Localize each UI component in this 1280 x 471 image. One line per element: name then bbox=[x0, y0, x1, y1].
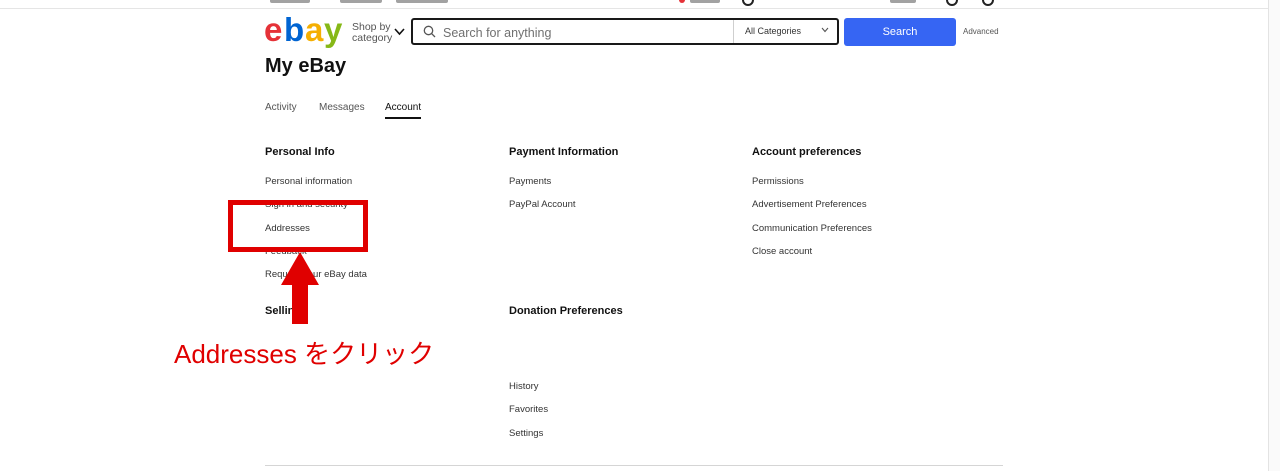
donation-preferences-heading: Donation Preferences bbox=[509, 305, 623, 317]
top-utility-strip bbox=[0, 0, 1280, 9]
search-input[interactable] bbox=[441, 23, 735, 43]
donation-history-link[interactable]: History bbox=[509, 381, 539, 392]
personal-info-heading: Personal Info bbox=[265, 146, 335, 158]
payment-information-heading: Payment Information bbox=[509, 146, 619, 158]
close-account-link[interactable]: Close account bbox=[752, 246, 812, 257]
communication-preferences-link[interactable]: Communication Preferences bbox=[752, 223, 872, 234]
top-link-fragment bbox=[340, 0, 382, 3]
page-title: My eBay bbox=[265, 55, 347, 77]
up-arrow-icon bbox=[281, 252, 319, 324]
paypal-account-link[interactable]: PayPal Account bbox=[509, 199, 576, 210]
logo-letter-e: e bbox=[264, 14, 282, 48]
personal-information-link[interactable]: Personal information bbox=[265, 176, 352, 187]
chevron-down-icon bbox=[394, 28, 405, 36]
account-preferences-heading: Account preferences bbox=[752, 146, 862, 158]
search-button[interactable]: Search bbox=[844, 18, 956, 46]
top-link-fragment bbox=[890, 0, 916, 3]
ebay-logo[interactable]: e b a y bbox=[264, 14, 346, 48]
tab-activity[interactable]: Activity bbox=[265, 102, 297, 113]
divider bbox=[265, 465, 1003, 466]
category-select[interactable]: All Categories bbox=[733, 20, 837, 43]
search-bar: All Categories bbox=[411, 18, 839, 45]
tab-messages[interactable]: Messages bbox=[319, 102, 365, 113]
logo-letter-a: a bbox=[305, 14, 324, 48]
bell-icon[interactable] bbox=[946, 0, 958, 6]
favorites-link[interactable]: Favorites bbox=[509, 404, 548, 415]
shop-by-category-button[interactable]: Shop by category bbox=[352, 22, 412, 44]
permissions-link[interactable]: Permissions bbox=[752, 176, 804, 187]
chevron-down-icon bbox=[821, 27, 829, 33]
advertisement-preferences-link[interactable]: Advertisement Preferences bbox=[752, 199, 867, 210]
cart-icon[interactable] bbox=[982, 0, 994, 6]
globe-icon bbox=[742, 0, 754, 6]
donation-settings-link[interactable]: Settings bbox=[509, 428, 543, 439]
advanced-search-link[interactable]: Advanced bbox=[963, 27, 999, 36]
top-link-fragment bbox=[270, 0, 310, 3]
notification-dot-icon bbox=[679, 0, 685, 3]
payments-link[interactable]: Payments bbox=[509, 176, 551, 187]
category-select-value: All Categories bbox=[745, 26, 802, 36]
tab-account[interactable]: Account bbox=[385, 102, 422, 119]
logo-letter-b: b bbox=[284, 14, 304, 48]
annotation-text: Addresses をクリック bbox=[174, 339, 435, 369]
top-link-fragment bbox=[396, 0, 448, 3]
scrollbar[interactable] bbox=[1268, 0, 1280, 471]
top-link-fragment bbox=[690, 0, 720, 3]
search-icon bbox=[423, 25, 436, 38]
logo-letter-y: y bbox=[324, 14, 343, 48]
highlight-box bbox=[228, 200, 368, 252]
